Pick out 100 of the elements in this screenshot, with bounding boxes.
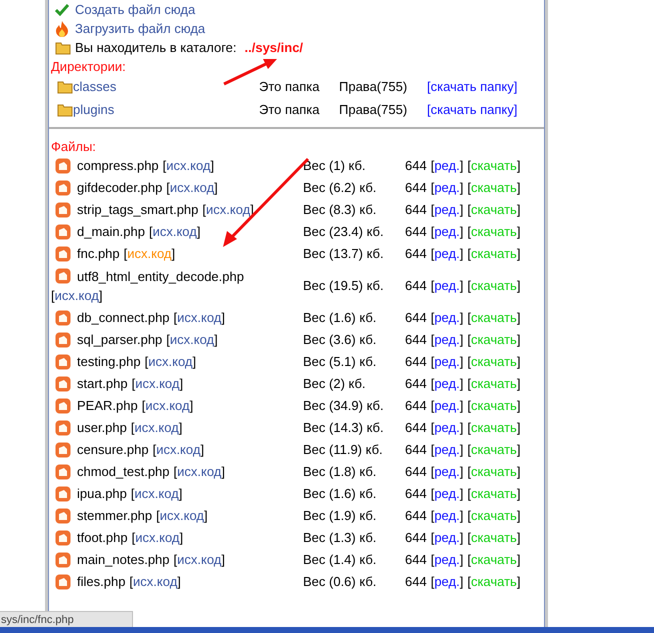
file-link[interactable]: chmod_test.php [77, 462, 170, 482]
source-link[interactable]: [исх.код] [132, 528, 184, 548]
file-icon [55, 398, 71, 414]
action-link[interactable]: Загрузить файл сюда [75, 18, 206, 38]
file-mode: 644 [405, 245, 427, 264]
download-link[interactable]: [скачать] [467, 200, 520, 220]
download-link[interactable]: [скачать] [467, 440, 520, 460]
file-link[interactable]: d_main.php [77, 222, 145, 242]
edit-link[interactable]: [ред.] [430, 506, 464, 526]
file-size: Вес (1.8) кб. [303, 463, 378, 482]
folder-icon [55, 40, 71, 54]
edit-link[interactable]: [ред.] [430, 374, 464, 394]
file-link[interactable]: compress.php [77, 156, 159, 176]
source-link[interactable]: [исх.код] [166, 178, 218, 198]
edit-link[interactable]: [ред.] [430, 396, 464, 416]
download-link[interactable]: [скачать] [467, 276, 520, 296]
source-link[interactable]: [исх.код] [142, 396, 194, 416]
file-link[interactable]: gifdecoder.php [77, 178, 162, 198]
download-link[interactable]: [скачать] [467, 374, 520, 394]
download-link[interactable]: [скачать] [467, 418, 520, 438]
source-link[interactable]: [исх.код] [156, 506, 208, 526]
edit-link[interactable]: [ред.] [430, 308, 464, 328]
download-link[interactable]: [скачать] [467, 352, 520, 372]
file-icon [55, 530, 71, 546]
file-link[interactable]: fnc.php [77, 244, 120, 264]
source-link[interactable]: [исх.код] [174, 462, 226, 482]
download-link[interactable]: [скачать] [467, 222, 520, 242]
source-link[interactable]: [исх.код] [129, 572, 181, 592]
file-link[interactable]: start.php [77, 374, 128, 394]
file-icon [55, 420, 71, 436]
edit-link[interactable]: [ред.] [430, 484, 464, 504]
source-link[interactable]: [исх.код] [144, 352, 196, 372]
file-link[interactable]: user.php [77, 418, 127, 438]
folder-link[interactable]: plugins [73, 100, 114, 120]
source-link[interactable]: [исх.код] [124, 244, 176, 264]
source-link[interactable]: [исх.код] [152, 440, 204, 460]
source-link[interactable]: [исх.код] [174, 308, 226, 328]
edit-link[interactable]: [ред.] [430, 156, 464, 176]
download-link[interactable]: [скачать] [467, 308, 520, 328]
file-icon [55, 508, 71, 524]
section-title: Файлы: [51, 138, 96, 155]
file-link[interactable]: testing.php [77, 352, 141, 372]
file-link[interactable]: files.php [77, 572, 126, 592]
source-link[interactable]: [исх.код] [130, 484, 182, 504]
source-link[interactable]: [исх.код] [148, 222, 200, 242]
file-link[interactable]: sql_parser.php [77, 330, 162, 350]
file-mode: 644 [405, 201, 427, 220]
file-link[interactable]: utf8_html_entity_decode.php [77, 266, 244, 286]
source-link[interactable]: [исх.код] [132, 374, 184, 394]
edit-link[interactable]: [ред.] [430, 528, 464, 548]
edit-link[interactable]: [ред.] [430, 418, 464, 438]
download-link[interactable]: [скачать] [467, 244, 520, 264]
file-link[interactable]: tfoot.php [77, 528, 128, 548]
download-link[interactable]: [скачать] [467, 462, 520, 482]
file-link[interactable]: strip_tags_smart.php [77, 200, 198, 220]
file-mode: 644 [405, 223, 427, 242]
source-link[interactable]: [исх.код] [162, 156, 214, 176]
edit-link[interactable]: [ред.] [430, 178, 464, 198]
file-icon [55, 354, 71, 370]
file-icon [55, 376, 71, 392]
folder-type: Это папка [259, 100, 321, 119]
download-link[interactable]: [скачать] [467, 528, 520, 548]
file-link[interactable]: ipua.php [77, 484, 127, 504]
edit-link[interactable]: [ред.] [430, 462, 464, 482]
file-icon [55, 310, 71, 326]
download-link[interactable]: [скачать] [467, 330, 520, 350]
download-folder-link[interactable]: [скачать папку] [427, 76, 542, 96]
file-link[interactable]: censure.php [77, 440, 149, 460]
folder-rights: Права(755) [339, 100, 408, 119]
edit-link[interactable]: [ред.] [430, 200, 464, 220]
folder-link[interactable]: classes [73, 76, 116, 96]
download-link[interactable]: [скачать] [467, 506, 520, 526]
edit-link[interactable]: [ред.] [430, 222, 464, 242]
edit-link[interactable]: [ред.] [430, 572, 464, 592]
download-folder-link[interactable]: [скачать папку] [427, 100, 542, 120]
edit-link[interactable]: [ред.] [430, 276, 464, 296]
source-link[interactable]: [исх.код] [166, 330, 218, 350]
download-link[interactable]: [скачать] [467, 484, 520, 504]
source-link[interactable]: [исх.код] [130, 418, 182, 438]
download-link[interactable]: [скачать] [467, 550, 520, 570]
folder-type: Это папка [259, 78, 321, 96]
edit-link[interactable]: [ред.] [430, 244, 464, 264]
download-link[interactable]: [скачать] [467, 572, 520, 592]
action-link[interactable]: Создать файл сюда [75, 0, 196, 20]
edit-link[interactable]: [ред.] [430, 550, 464, 570]
source-link[interactable]: [исх.код] [51, 286, 102, 306]
edit-link[interactable]: [ред.] [430, 440, 464, 460]
file-link[interactable]: db_connect.php [77, 308, 170, 328]
file-size: Вес (3.6) кб. [303, 331, 378, 350]
edit-link[interactable]: [ред.] [430, 352, 464, 372]
edit-link[interactable]: [ред.] [430, 330, 464, 350]
source-link[interactable]: [исх.код] [174, 550, 226, 570]
file-link[interactable]: main_notes.php [77, 550, 170, 570]
file-size: Вес (2) кб. [303, 375, 367, 394]
file-link[interactable]: PEAR.php [77, 396, 138, 416]
download-link[interactable]: [скачать] [467, 156, 520, 176]
download-link[interactable]: [скачать] [467, 396, 520, 416]
file-link[interactable]: stemmer.php [77, 506, 152, 526]
folder-rights: Права(755) [339, 78, 408, 96]
download-link[interactable]: [скачать] [467, 178, 520, 198]
